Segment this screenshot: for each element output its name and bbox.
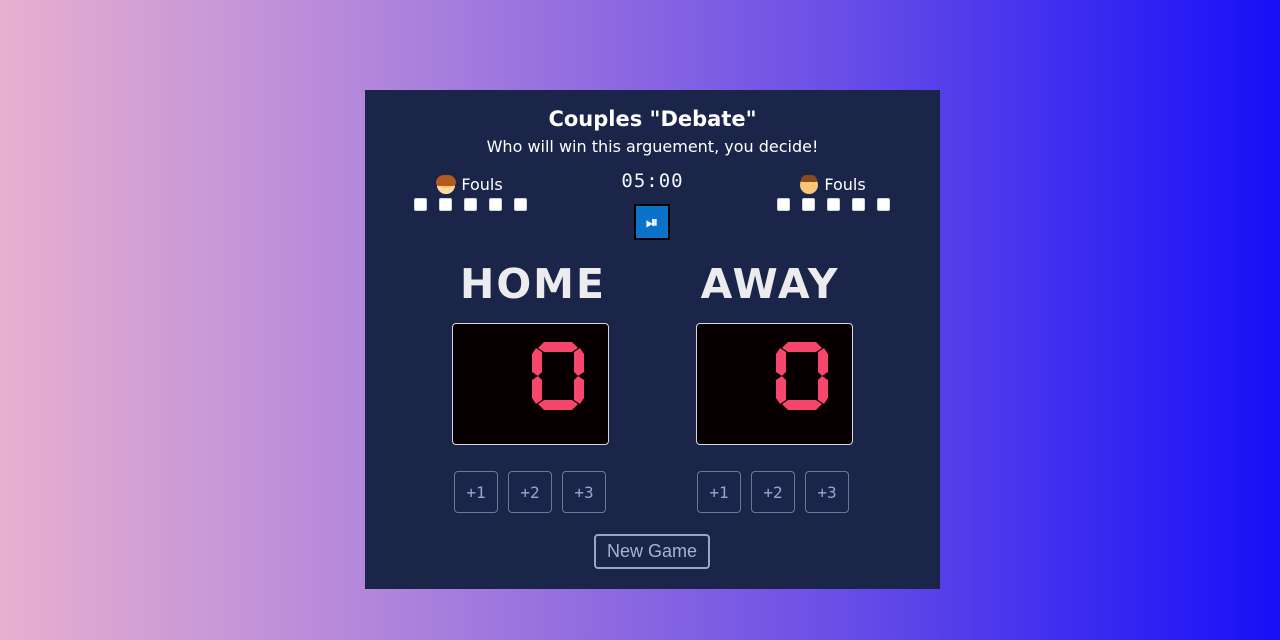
woman-emoji-icon [436, 174, 457, 194]
away-score-display [696, 323, 853, 445]
digit-segment-e [532, 376, 542, 404]
digit-segment-f [776, 348, 786, 376]
home-foul-checkbox-2[interactable] [438, 198, 452, 211]
away-fouls: Fouls [768, 174, 898, 211]
home-score-digit [532, 342, 584, 410]
new-game-button[interactable]: New Game [594, 534, 710, 569]
home-fouls-text: Fouls [461, 175, 503, 194]
home-foul-checkbox-1[interactable] [413, 198, 427, 211]
digit-segment-c [818, 376, 828, 404]
digit-segment-c [574, 376, 584, 404]
home-foul-checkboxes [405, 198, 535, 211]
home-foul-checkbox-3[interactable] [463, 198, 477, 211]
digit-segment-a [538, 342, 578, 352]
away-foul-checkbox-5[interactable] [876, 198, 890, 211]
home-add-3-button[interactable]: +3 [562, 471, 606, 513]
away-fouls-text: Fouls [824, 175, 866, 194]
home-point-buttons: +1 +2 +3 [454, 471, 606, 513]
home-add-2-button[interactable]: +2 [508, 471, 552, 513]
away-team-name: AWAY [700, 260, 840, 308]
page-title: Couples "Debate" [548, 107, 757, 131]
scoreboard-panel: Couples "Debate" Who will win this argue… [365, 90, 940, 589]
home-foul-checkbox-5[interactable] [513, 198, 527, 211]
away-score-digit [776, 342, 828, 410]
away-point-buttons: +1 +2 +3 [697, 471, 849, 513]
digit-segment-d [782, 400, 822, 410]
home-fouls: Fouls [405, 174, 535, 211]
man-emoji-icon [800, 174, 819, 194]
away-add-3-button[interactable]: +3 [805, 471, 849, 513]
game-timer: 05:00 [621, 170, 684, 192]
digit-segment-f [532, 348, 542, 376]
away-foul-checkboxes [768, 198, 898, 211]
away-fouls-label: Fouls [768, 174, 898, 194]
digit-segment-e [776, 376, 786, 404]
play-pause-button[interactable]: ⏯ [634, 204, 670, 240]
home-add-1-button[interactable]: +1 [454, 471, 498, 513]
away-add-2-button[interactable]: +2 [751, 471, 795, 513]
away-add-1-button[interactable]: +1 [697, 471, 741, 513]
away-foul-checkbox-4[interactable] [851, 198, 865, 211]
away-foul-checkbox-3[interactable] [826, 198, 840, 211]
digit-segment-a [782, 342, 822, 352]
digit-segment-d [538, 400, 578, 410]
page-subtitle: Who will win this arguement, you decide! [486, 137, 819, 156]
away-foul-checkbox-1[interactable] [776, 198, 790, 211]
home-team-name: HOME [460, 260, 606, 308]
home-score-display [452, 323, 609, 445]
away-foul-checkbox-2[interactable] [801, 198, 815, 211]
digit-segment-b [574, 348, 584, 376]
home-foul-checkbox-4[interactable] [488, 198, 502, 211]
home-fouls-label: Fouls [405, 174, 535, 194]
digit-segment-b [818, 348, 828, 376]
